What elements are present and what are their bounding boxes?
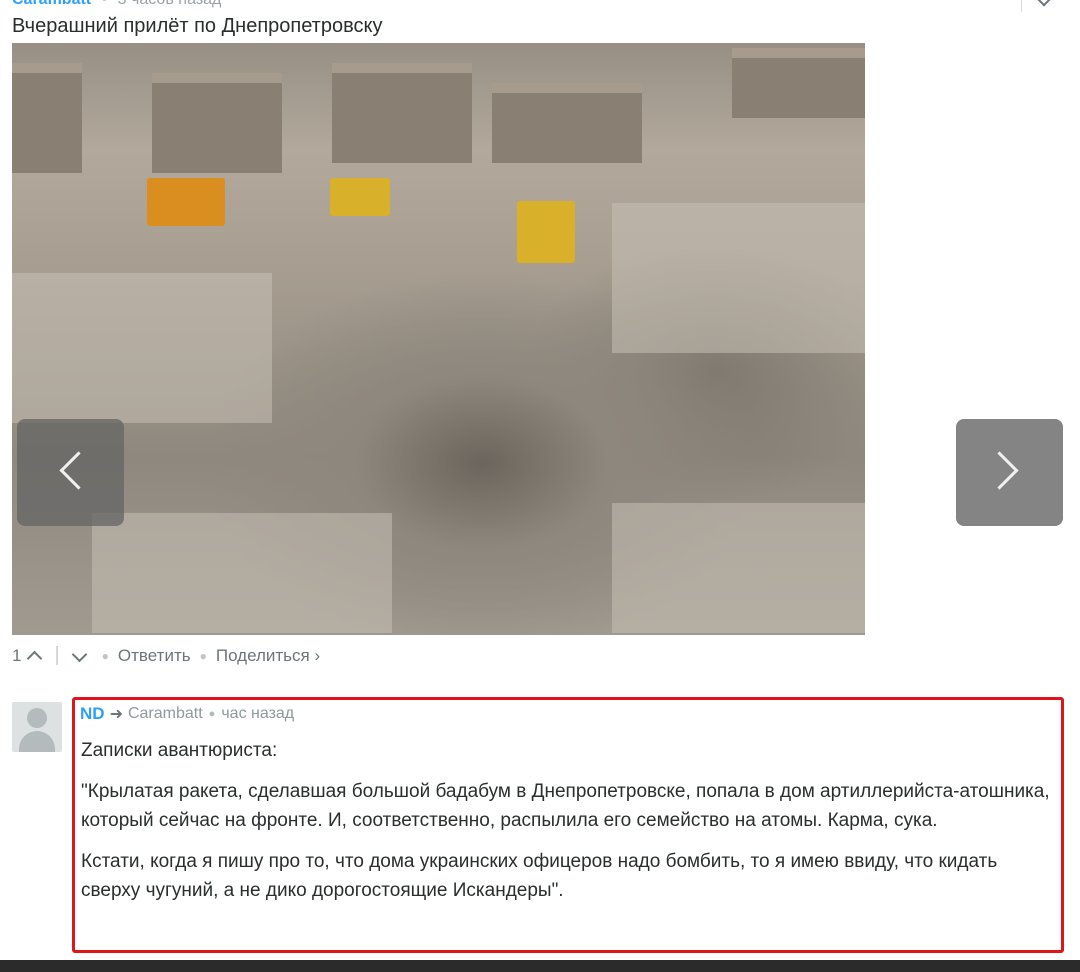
avatar[interactable]	[12, 702, 62, 752]
chevron-down-icon[interactable]	[71, 646, 87, 662]
avatar-body	[19, 731, 55, 752]
separator-dot: ●	[101, 648, 109, 663]
previous-comment-author[interactable]: Carambatt	[12, 0, 91, 8]
reply-button[interactable]: Ответить	[118, 646, 191, 666]
gallery-next-button[interactable]	[956, 419, 1063, 526]
photo-house	[12, 63, 82, 173]
photo-rubble	[612, 203, 865, 353]
previous-comment-time[interactable]: 3 часов назад	[118, 0, 222, 8]
photo-house	[152, 73, 282, 173]
previous-comment-meta: Carambatt • 3 часов назад	[12, 0, 221, 9]
meta-dot: ●	[208, 708, 216, 720]
photo-excavator	[330, 178, 390, 216]
photo-house	[332, 63, 472, 163]
comment-paragraph: Zаписки авантюриста:	[81, 740, 278, 761]
share-button[interactable]: Поделиться ›	[216, 646, 320, 666]
post-text: Вчерашний прилёт по Днепропетровску	[12, 15, 383, 37]
comment-time[interactable]: час назад	[221, 705, 294, 723]
comment-paragraph: Кстати, когда я пишу про то, что дома ук…	[81, 851, 998, 901]
comment-paragraph: "Крылатая ракета, сделавшая большой бада…	[81, 781, 1050, 831]
share-arrow-icon: ➜	[109, 706, 123, 723]
post-image[interactable]	[12, 43, 865, 635]
photo-rubble	[92, 513, 392, 633]
separator-dot: ●	[199, 648, 207, 663]
photo-rubble	[612, 503, 865, 633]
vote-count: 1	[12, 645, 22, 665]
collapse-icon[interactable]	[1021, 0, 1062, 12]
photo-excavator	[517, 201, 575, 263]
comment-author[interactable]: ND	[80, 704, 105, 724]
comment-meta: ND ➜ Carambatt ● час назад	[80, 704, 294, 724]
photo-truck	[147, 178, 225, 226]
photo-house	[732, 48, 865, 118]
divider: |	[54, 644, 60, 666]
photo-rubble	[12, 273, 272, 423]
chevron-up-icon[interactable]	[27, 650, 43, 666]
gallery-prev-button[interactable]	[17, 419, 124, 526]
comment-body: Zаписки авантюриста: "Крылатая ракета, с…	[81, 736, 1059, 917]
post-actions: 1 | ● Ответить ● Поделиться ›	[12, 644, 320, 667]
reply-to-author[interactable]: Carambatt	[128, 705, 203, 723]
bottom-bar	[0, 960, 1080, 972]
avatar-head	[27, 708, 47, 728]
photo-house	[492, 83, 642, 163]
meta-dot: •	[102, 0, 108, 8]
